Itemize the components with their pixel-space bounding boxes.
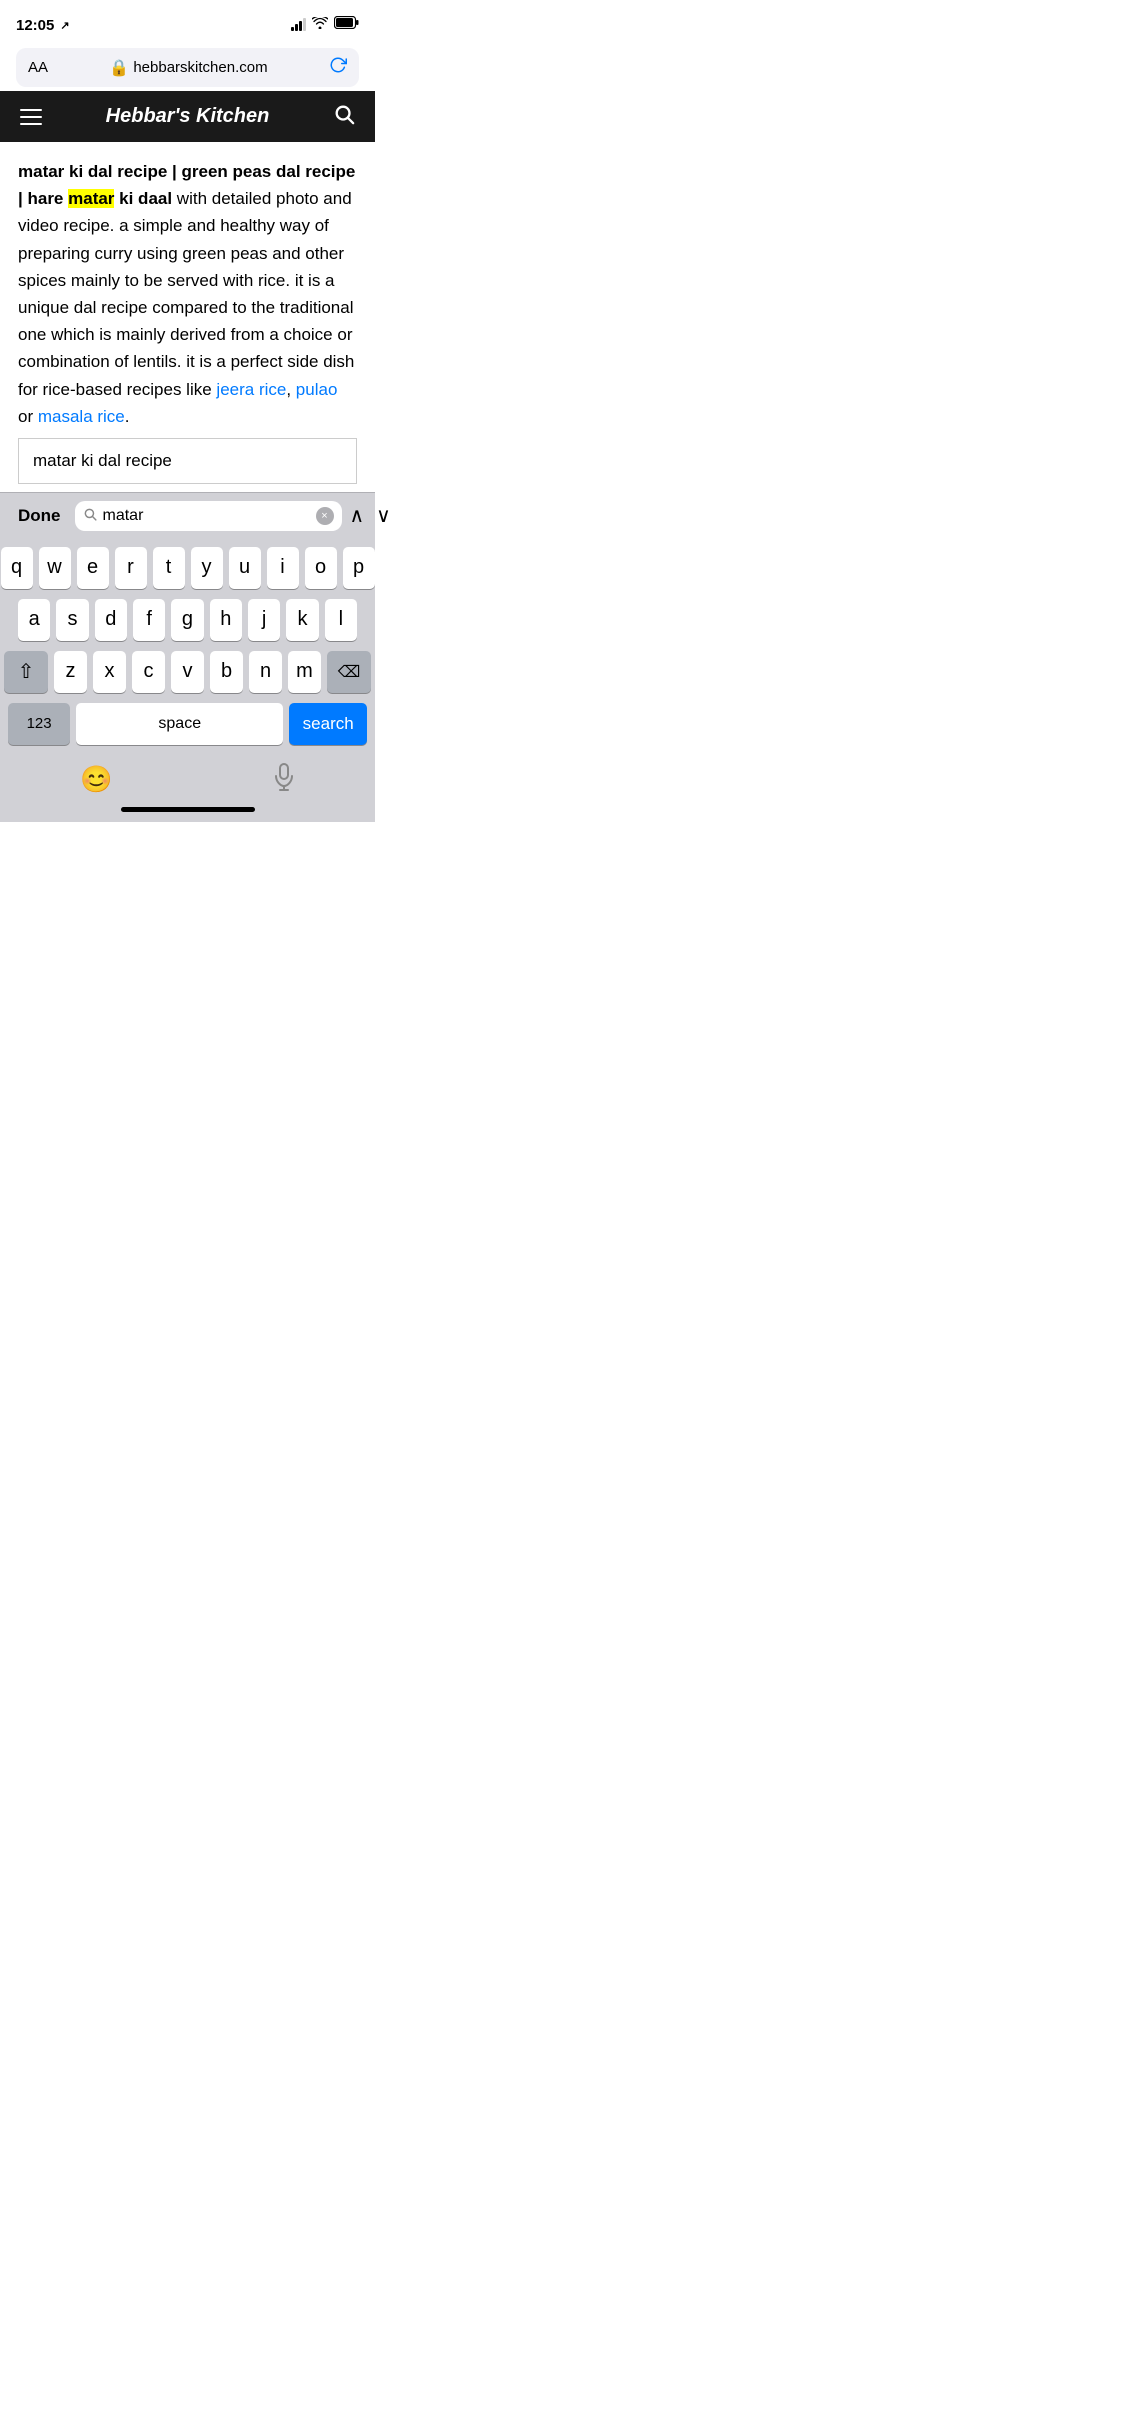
- status-icons: [291, 16, 359, 34]
- masala-rice-link[interactable]: masala rice: [38, 407, 125, 426]
- key-n[interactable]: n: [249, 651, 282, 693]
- microphone-button[interactable]: [273, 763, 295, 797]
- key-u[interactable]: u: [229, 547, 261, 589]
- delete-key[interactable]: ⌫: [327, 651, 371, 693]
- shift-key[interactable]: ⇧: [4, 651, 48, 693]
- battery-icon: [334, 16, 359, 34]
- find-prev-button[interactable]: ∧: [350, 503, 365, 528]
- key-c[interactable]: c: [132, 651, 165, 693]
- find-search-icon: [83, 507, 97, 524]
- keyboard-row-2: a s d f g h j k l: [4, 599, 371, 641]
- home-indicator: [0, 801, 375, 822]
- bottom-bar: 😊: [0, 755, 375, 801]
- signal-icon: [291, 19, 306, 31]
- search-key[interactable]: search: [289, 703, 367, 745]
- find-input-wrapper[interactable]: ×: [75, 501, 342, 531]
- key-x[interactable]: x: [93, 651, 126, 693]
- status-bar: 12:05 ↗: [0, 0, 375, 44]
- pulao-link[interactable]: pulao: [296, 380, 338, 399]
- key-m[interactable]: m: [288, 651, 321, 693]
- find-search-input[interactable]: [103, 507, 310, 525]
- keyboard: q w e r t y u i o p a s d f g h j k l ⇧ …: [0, 539, 375, 755]
- period: .: [125, 407, 130, 426]
- key-d[interactable]: d: [95, 599, 127, 641]
- key-h[interactable]: h: [210, 599, 242, 641]
- emoji-button[interactable]: 😊: [80, 764, 112, 795]
- key-i[interactable]: i: [267, 547, 299, 589]
- location-arrow-icon: ↗: [60, 19, 69, 32]
- find-result-box: matar ki dal recipe: [18, 438, 357, 484]
- key-z[interactable]: z: [54, 651, 87, 693]
- space-key[interactable]: space: [76, 703, 283, 745]
- keyboard-row-1: q w e r t y u i o p: [4, 547, 371, 589]
- key-g[interactable]: g: [171, 599, 203, 641]
- title-part2: ki daal: [114, 189, 172, 208]
- url-text: hebbarskitchen.com: [133, 59, 267, 76]
- keyboard-row-4: 123 space search: [4, 703, 371, 745]
- key-b[interactable]: b: [210, 651, 243, 693]
- find-next-button[interactable]: ∨: [376, 503, 391, 528]
- key-e[interactable]: e: [77, 547, 109, 589]
- key-l[interactable]: l: [325, 599, 357, 641]
- key-k[interactable]: k: [286, 599, 318, 641]
- highlighted-word: matar: [68, 189, 114, 208]
- find-box-text: matar ki dal recipe: [33, 451, 172, 470]
- article-paragraph: matar ki dal recipe | green peas dal rec…: [18, 158, 357, 430]
- key-v[interactable]: v: [171, 651, 204, 693]
- key-j[interactable]: j: [248, 599, 280, 641]
- key-o[interactable]: o: [305, 547, 337, 589]
- key-r[interactable]: r: [115, 547, 147, 589]
- status-time: 12:05 ↗: [16, 17, 70, 34]
- key-s[interactable]: s: [56, 599, 88, 641]
- body-text: with detailed photo and video recipe. a …: [18, 189, 354, 398]
- key-q[interactable]: q: [1, 547, 33, 589]
- key-a[interactable]: a: [18, 599, 50, 641]
- site-title: Hebbar's Kitchen: [106, 105, 270, 128]
- article-content: matar ki dal recipe | green peas dal rec…: [0, 142, 375, 492]
- find-bar: Done × ∧ ∨: [0, 492, 375, 539]
- key-f[interactable]: f: [133, 599, 165, 641]
- nav-bar: Hebbar's Kitchen: [0, 91, 375, 142]
- key-p[interactable]: p: [343, 547, 375, 589]
- keyboard-row-3: ⇧ z x c v b n m ⌫: [4, 651, 371, 693]
- search-button[interactable]: [333, 103, 355, 130]
- key-w[interactable]: w: [39, 547, 71, 589]
- home-bar: [121, 807, 255, 812]
- lock-icon: 🔒: [109, 58, 129, 78]
- find-nav-buttons: ∧ ∨: [350, 503, 391, 528]
- key-t[interactable]: t: [153, 547, 185, 589]
- comma1: ,: [286, 380, 295, 399]
- aa-button[interactable]: AA: [28, 59, 48, 76]
- address-center: 🔒 hebbarskitchen.com: [48, 58, 329, 78]
- refresh-button[interactable]: [329, 56, 347, 79]
- numbers-key[interactable]: 123: [8, 703, 70, 745]
- time-display: 12:05: [16, 17, 54, 34]
- find-clear-button[interactable]: ×: [316, 507, 334, 525]
- or-text: or: [18, 407, 38, 426]
- menu-button[interactable]: [20, 109, 42, 125]
- address-bar[interactable]: AA 🔒 hebbarskitchen.com: [16, 48, 359, 87]
- key-y[interactable]: y: [191, 547, 223, 589]
- done-button[interactable]: Done: [12, 502, 67, 530]
- wifi-icon: [312, 16, 328, 34]
- jeera-rice-link[interactable]: jeera rice: [216, 380, 286, 399]
